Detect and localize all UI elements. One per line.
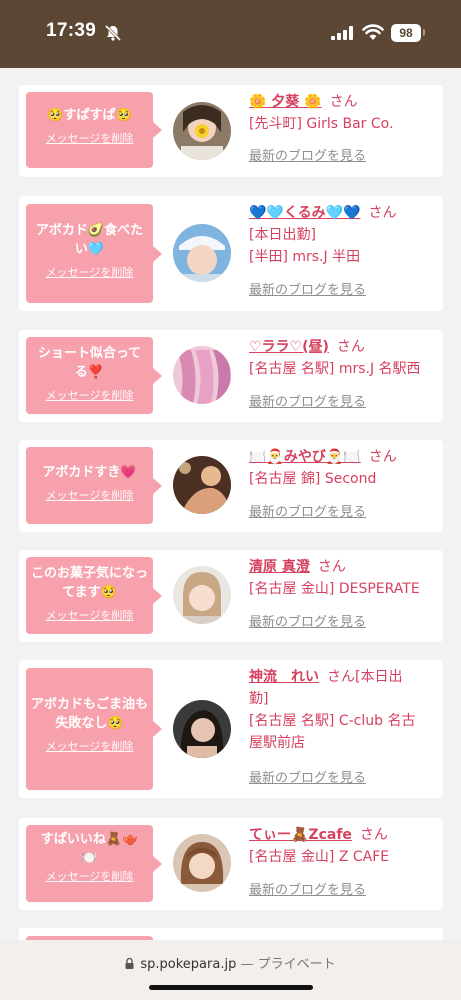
latest-blog-link[interactable]: 最新のブログを見る bbox=[249, 148, 366, 166]
shop-line: [名古屋 名駅] C-club 名古 bbox=[249, 713, 416, 729]
status-bar: 17:39 98 bbox=[0, 0, 461, 68]
shop-line: [本日出勤] bbox=[249, 227, 316, 243]
battery-indicator: 98 bbox=[391, 24, 421, 42]
message-bubble: アボカドもごま油も失敗なし🥺 メッセージを削除 bbox=[26, 668, 162, 790]
message-bubble: 🥺すぱすぱ🥺 メッセージを削除 bbox=[26, 92, 162, 168]
delete-message-link[interactable]: メッセージを削除 bbox=[26, 130, 153, 146]
cast-name-link[interactable]: 🌼 夕葵 🌼 bbox=[249, 94, 322, 110]
battery-tip bbox=[423, 29, 425, 36]
cast-name-link[interactable]: 🍽️🎅みやび🎅🍽️ bbox=[249, 449, 361, 465]
address-bar[interactable]: sp.pokepara.jp — プライベート bbox=[0, 953, 461, 972]
message-card: ショート似合ってる❣️ メッセージを削除 ♡ララ♡(昼) さん [名古屋 名駅] … bbox=[19, 330, 443, 422]
latest-blog-link[interactable]: 最新のブログを見る bbox=[249, 282, 366, 300]
cast-name-link[interactable]: 💙🩵くるみ🩵💙 bbox=[249, 205, 360, 221]
shop-line: [名古屋 錦] Second bbox=[249, 471, 377, 487]
delete-message-link[interactable]: メッセージを削除 bbox=[26, 607, 153, 623]
cast-name-link[interactable]: ♡ララ♡(昼) bbox=[249, 339, 329, 355]
latest-blog-link[interactable]: 最新のブログを見る bbox=[249, 882, 366, 900]
message-text: 🥺すぱすぱ🥺 bbox=[47, 108, 132, 123]
attendance-label: [本日出 bbox=[355, 669, 403, 685]
delete-message-link[interactable]: メッセージを削除 bbox=[26, 738, 153, 754]
url-text: sp.pokepara.jp bbox=[140, 957, 237, 972]
avatar[interactable] bbox=[173, 346, 231, 404]
message-bubble: アボカドすき💗 メッセージを削除 bbox=[26, 447, 162, 524]
message-card: このお菓子気になってます🥺 メッセージを削除 清原 真澄 さん [名古屋 金山] … bbox=[19, 550, 443, 642]
message-bubble: アボカド🥑食べたい🩵 メッセージを削除 bbox=[26, 204, 162, 303]
message-text: アボカドすき💗 bbox=[42, 465, 137, 480]
honorific-label: さん bbox=[327, 669, 355, 685]
cellular-signal-icon bbox=[331, 26, 353, 40]
cast-info: 💙🩵くるみ🩵💙 さん [本日出勤] [半田] mrs.J 半田 最新のブログを見る bbox=[249, 202, 437, 298]
shop-line: 屋駅前店 bbox=[249, 735, 305, 751]
message-card: アボカド🥑食べたい🩵 メッセージを削除 💙🩵くるみ🩵💙 さん [本日出勤] [半田… bbox=[19, 196, 443, 311]
message-text: すぱいいね🧸🫖 🍽️ bbox=[40, 832, 139, 866]
shop-line: [名古屋 金山] DESPERATE bbox=[249, 581, 420, 597]
message-text: アボカド🥑食べたい🩵 bbox=[35, 223, 144, 257]
cast-name-link[interactable]: 清原 真澄 bbox=[249, 559, 310, 575]
avatar[interactable] bbox=[173, 566, 231, 624]
shop-line: [名古屋 金山] Z CAFE bbox=[249, 849, 390, 865]
avatar[interactable] bbox=[173, 224, 231, 282]
latest-blog-link[interactable]: 最新のブログを見る bbox=[249, 394, 366, 412]
message-card: アボカドもごま油も失敗なし🥺 メッセージを削除 神流 れい さん[本日出 勤] [… bbox=[19, 660, 443, 798]
avatar[interactable] bbox=[173, 834, 231, 892]
avatar[interactable] bbox=[173, 102, 231, 160]
cast-info: ♡ララ♡(昼) さん [名古屋 名駅] mrs.J 名駅西 最新のブログを見る bbox=[249, 336, 437, 410]
avatar[interactable] bbox=[173, 700, 231, 758]
delete-message-link[interactable]: メッセージを削除 bbox=[26, 387, 153, 403]
cast-info: 🍽️🎅みやび🎅🍽️ さん [名古屋 錦] Second 最新のブログを見る bbox=[249, 446, 437, 520]
message-bubble: すぱいいね🧸🫖 🍽️ メッセージを削除 bbox=[26, 825, 162, 902]
cast-info: 清原 真澄 さん [名古屋 金山] DESPERATE 最新のブログを見る bbox=[249, 556, 437, 630]
cast-info: てぃー🧸Zcafe さん [名古屋 金山] Z CAFE 最新のブログを見る bbox=[249, 824, 437, 898]
bell-muted-icon bbox=[104, 24, 122, 42]
message-text: ショート似合ってる❣️ bbox=[37, 346, 142, 380]
message-card: 🥺すぱすぱ🥺 メッセージを削除 🌼 夕葵 🌼 さん [先斗町] Girls Bar… bbox=[19, 85, 443, 177]
message-bubble: ショート似合ってる❣️ メッセージを削除 bbox=[26, 337, 162, 414]
private-label: — プライベート bbox=[240, 957, 336, 972]
shop-line: [名古屋 名駅] mrs.J 名駅西 bbox=[249, 361, 421, 377]
latest-blog-link[interactable]: 最新のブログを見る bbox=[249, 504, 366, 522]
delete-message-link[interactable]: メッセージを削除 bbox=[26, 264, 153, 280]
message-bubble: このお菓子気になってます🥺 メッセージを削除 bbox=[26, 557, 162, 634]
message-text: アボカドもごま油も失敗なし🥺 bbox=[30, 697, 148, 731]
message-card: アボカドすき💗 メッセージを削除 🍽️🎅みやび🎅🍽️ さん [名古屋 錦] Sec… bbox=[19, 440, 443, 532]
honorific-label: さん bbox=[359, 827, 388, 843]
message-text: このお菓子気になってます🥺 bbox=[30, 566, 148, 600]
latest-blog-link[interactable]: 最新のブログを見る bbox=[249, 770, 366, 788]
delete-message-link[interactable]: メッセージを削除 bbox=[26, 487, 153, 503]
wifi-icon bbox=[362, 24, 384, 40]
lock-icon bbox=[125, 958, 134, 969]
honorific-label: さん bbox=[317, 559, 346, 575]
delete-message-link[interactable]: メッセージを削除 bbox=[26, 868, 153, 884]
home-indicator[interactable] bbox=[149, 985, 313, 990]
status-time: 17:39 bbox=[46, 20, 97, 41]
shop-line: [先斗町] Girls Bar Co. bbox=[249, 116, 394, 132]
cast-info: 🌼 夕葵 🌼 さん [先斗町] Girls Bar Co. 最新のブログを見る bbox=[249, 91, 437, 164]
cast-info: 神流 れい さん[本日出 勤] [名古屋 名駅] C-club 名古 屋駅前店 最… bbox=[249, 666, 437, 786]
honorific-label: さん bbox=[329, 94, 358, 110]
honorific-label: さん bbox=[368, 205, 397, 221]
message-card: すぱいいね🧸🫖 🍽️ メッセージを削除 てぃー🧸Zcafe さん [名古屋 金山]… bbox=[19, 818, 443, 910]
cast-name-link[interactable]: 神流 れい bbox=[249, 669, 319, 685]
shop-line: 勤] bbox=[249, 691, 269, 707]
avatar[interactable] bbox=[173, 456, 231, 514]
latest-blog-link[interactable]: 最新のブログを見る bbox=[249, 614, 366, 632]
honorific-label: さん bbox=[368, 449, 397, 465]
honorific-label: さん bbox=[336, 339, 365, 355]
cast-name-link[interactable]: てぃー🧸Zcafe bbox=[249, 827, 352, 843]
shop-line: [半田] mrs.J 半田 bbox=[249, 249, 361, 265]
